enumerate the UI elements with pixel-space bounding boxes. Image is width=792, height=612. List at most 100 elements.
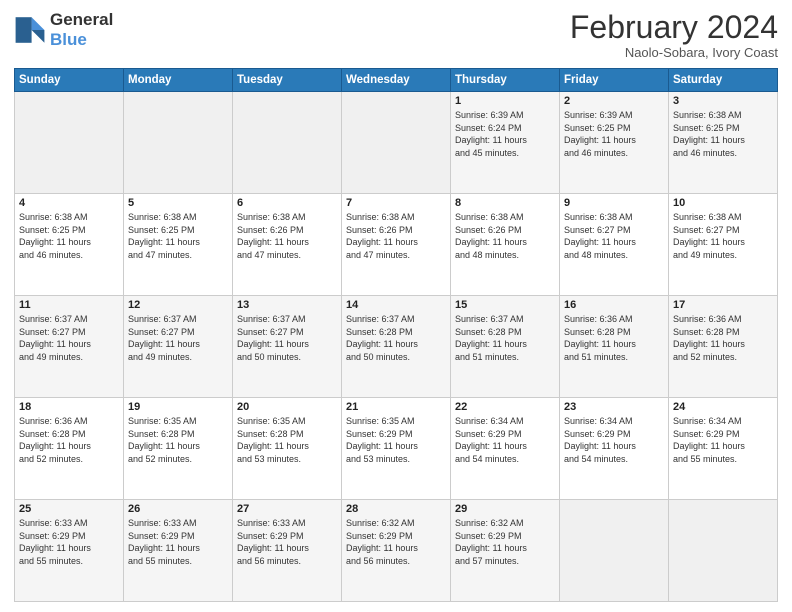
calendar-cell: 8Sunrise: 6:38 AMSunset: 6:26 PMDaylight… <box>451 194 560 296</box>
day-number: 10 <box>673 197 773 209</box>
calendar-cell: 14 Sunrise: 6:37 AMSunset: 6:28 PMDayligh… <box>342 296 451 398</box>
weekday-header-saturday: Saturday <box>669 69 778 92</box>
calendar-cell <box>233 92 342 194</box>
calendar-cell <box>124 92 233 194</box>
day-info: Sunrise: 6:34 AMSunset: 6:29 PMDaylight:… <box>673 415 773 465</box>
day-info: Sunrise: 6:37 AMSunset: 6:27 PMDaylight:… <box>19 313 119 363</box>
calendar-cell: 2 Sunrise: 6:39 AMSunset: 6:25 PMDaylight… <box>560 92 669 194</box>
title-block: February 2024 Naolo-Sobara, Ivory Coast <box>570 10 778 60</box>
weekday-header-thursday: Thursday <box>451 69 560 92</box>
weekday-header-friday: Friday <box>560 69 669 92</box>
calendar-cell: 1 Sunrise: 6:39 AMSunset: 6:24 PMDaylight… <box>451 92 560 194</box>
day-info: Sunrise: 6:37 AMSunset: 6:28 PMDaylight:… <box>346 313 446 363</box>
calendar-cell: 6 Sunrise: 6:38 AMSunset: 6:26 PMDaylight… <box>233 194 342 296</box>
day-number: 21 <box>346 401 446 413</box>
day-number: 24 <box>673 401 773 413</box>
calendar-cell: 16 Sunrise: 6:36 AMSunset: 6:28 PMDayligh… <box>560 296 669 398</box>
calendar-cell: 3Sunrise: 6:38 AMSunset: 6:25 PMDaylight… <box>669 92 778 194</box>
calendar-cell: 21 Sunrise: 6:35 AMSunset: 6:29 PMDayligh… <box>342 398 451 500</box>
day-number: 15 <box>455 299 555 311</box>
calendar-cell: 17 Sunrise: 6:36 AMSunset: 6:28 PMDayligh… <box>669 296 778 398</box>
location: Naolo-Sobara, Ivory Coast <box>570 45 778 60</box>
day-number: 20 <box>237 401 337 413</box>
month-title: February 2024 <box>570 10 778 45</box>
day-number: 5 <box>128 197 228 209</box>
day-info: Sunrise: 6:37 AMSunset: 6:27 PMDaylight:… <box>237 313 337 363</box>
day-number: 27 <box>237 503 337 515</box>
calendar-cell: 25Sunrise: 6:33 AMSunset: 6:29 PMDayligh… <box>15 500 124 602</box>
day-info: Sunrise: 6:36 AMSunset: 6:28 PMDaylight:… <box>564 313 664 363</box>
calendar-cell: 11 Sunrise: 6:37 AMSunset: 6:27 PMDayligh… <box>15 296 124 398</box>
day-number: 29 <box>455 503 555 515</box>
page: General Blue February 2024 Naolo-Sobara,… <box>0 0 792 612</box>
day-number: 18 <box>19 401 119 413</box>
day-info: Sunrise: 6:36 AMSunset: 6:28 PMDaylight:… <box>673 313 773 363</box>
day-number: 23 <box>564 401 664 413</box>
logo-icon <box>14 14 46 46</box>
weekday-header-wednesday: Wednesday <box>342 69 451 92</box>
week-row-1: 1 Sunrise: 6:39 AMSunset: 6:24 PMDaylight… <box>15 92 778 194</box>
calendar-cell: 19 Sunrise: 6:35 AMSunset: 6:28 PMDayligh… <box>124 398 233 500</box>
calendar-cell: 28 Sunrise: 6:32 AMSunset: 6:29 PMDayligh… <box>342 500 451 602</box>
day-info: Sunrise: 6:39 AMSunset: 6:25 PMDaylight:… <box>564 109 664 159</box>
day-info: Sunrise: 6:39 AMSunset: 6:24 PMDaylight:… <box>455 109 555 159</box>
day-number: 4 <box>19 197 119 209</box>
calendar-cell <box>560 500 669 602</box>
day-number: 6 <box>237 197 337 209</box>
day-info: Sunrise: 6:32 AMSunset: 6:29 PMDaylight:… <box>455 517 555 567</box>
header: General Blue February 2024 Naolo-Sobara,… <box>14 10 778 60</box>
logo-text: General Blue <box>50 10 113 50</box>
calendar-cell: 29 Sunrise: 6:32 AMSunset: 6:29 PMDayligh… <box>451 500 560 602</box>
weekday-header-monday: Monday <box>124 69 233 92</box>
weekday-header-sunday: Sunday <box>15 69 124 92</box>
calendar-cell: 9 Sunrise: 6:38 AMSunset: 6:27 PMDaylight… <box>560 194 669 296</box>
day-info: Sunrise: 6:37 AMSunset: 6:27 PMDaylight:… <box>128 313 228 363</box>
day-info: Sunrise: 6:35 AMSunset: 6:29 PMDaylight:… <box>346 415 446 465</box>
calendar-cell: 10 Sunrise: 6:38 AMSunset: 6:27 PMDayligh… <box>669 194 778 296</box>
day-number: 28 <box>346 503 446 515</box>
day-number: 19 <box>128 401 228 413</box>
calendar-cell: 5 Sunrise: 6:38 AMSunset: 6:25 PMDaylight… <box>124 194 233 296</box>
day-number: 12 <box>128 299 228 311</box>
calendar-cell: 20Sunrise: 6:35 AMSunset: 6:28 PMDayligh… <box>233 398 342 500</box>
day-info: Sunrise: 6:38 AMSunset: 6:25 PMDaylight:… <box>19 211 119 261</box>
day-info: Sunrise: 6:38 AMSunset: 6:26 PMDaylight:… <box>455 211 555 261</box>
day-info: Sunrise: 6:37 AMSunset: 6:28 PMDaylight:… <box>455 313 555 363</box>
day-number: 16 <box>564 299 664 311</box>
day-number: 13 <box>237 299 337 311</box>
week-row-4: 18 Sunrise: 6:36 AMSunset: 6:28 PMDayligh… <box>15 398 778 500</box>
calendar-cell: 23Sunrise: 6:34 AMSunset: 6:29 PMDayligh… <box>560 398 669 500</box>
day-number: 14 <box>346 299 446 311</box>
day-number: 22 <box>455 401 555 413</box>
day-number: 2 <box>564 95 664 107</box>
calendar-cell: 26Sunrise: 6:33 AMSunset: 6:29 PMDayligh… <box>124 500 233 602</box>
week-row-2: 4 Sunrise: 6:38 AMSunset: 6:25 PMDaylight… <box>15 194 778 296</box>
day-info: Sunrise: 6:32 AMSunset: 6:29 PMDaylight:… <box>346 517 446 567</box>
day-number: 11 <box>19 299 119 311</box>
day-number: 17 <box>673 299 773 311</box>
weekday-header-row: SundayMondayTuesdayWednesdayThursdayFrid… <box>15 69 778 92</box>
day-info: Sunrise: 6:38 AMSunset: 6:25 PMDaylight:… <box>128 211 228 261</box>
calendar-cell <box>342 92 451 194</box>
calendar-cell <box>669 500 778 602</box>
day-info: Sunrise: 6:38 AMSunset: 6:26 PMDaylight:… <box>237 211 337 261</box>
day-info: Sunrise: 6:38 AMSunset: 6:25 PMDaylight:… <box>673 109 773 159</box>
day-number: 1 <box>455 95 555 107</box>
day-info: Sunrise: 6:38 AMSunset: 6:27 PMDaylight:… <box>673 211 773 261</box>
calendar-cell: 27Sunrise: 6:33 AMSunset: 6:29 PMDayligh… <box>233 500 342 602</box>
calendar-cell: 4 Sunrise: 6:38 AMSunset: 6:25 PMDaylight… <box>15 194 124 296</box>
calendar-cell: 18 Sunrise: 6:36 AMSunset: 6:28 PMDayligh… <box>15 398 124 500</box>
calendar-cell: 15 Sunrise: 6:37 AMSunset: 6:28 PMDayligh… <box>451 296 560 398</box>
day-info: Sunrise: 6:38 AMSunset: 6:27 PMDaylight:… <box>564 211 664 261</box>
day-info: Sunrise: 6:36 AMSunset: 6:28 PMDaylight:… <box>19 415 119 465</box>
calendar-cell: 22Sunrise: 6:34 AMSunset: 6:29 PMDayligh… <box>451 398 560 500</box>
day-info: Sunrise: 6:33 AMSunset: 6:29 PMDaylight:… <box>128 517 228 567</box>
day-info: Sunrise: 6:38 AMSunset: 6:26 PMDaylight:… <box>346 211 446 261</box>
calendar-table: SundayMondayTuesdayWednesdayThursdayFrid… <box>14 68 778 602</box>
week-row-5: 25Sunrise: 6:33 AMSunset: 6:29 PMDayligh… <box>15 500 778 602</box>
logo: General Blue <box>14 10 113 50</box>
day-info: Sunrise: 6:35 AMSunset: 6:28 PMDaylight:… <box>128 415 228 465</box>
calendar-cell: 12 Sunrise: 6:37 AMSunset: 6:27 PMDayligh… <box>124 296 233 398</box>
day-number: 9 <box>564 197 664 209</box>
calendar-cell: 24 Sunrise: 6:34 AMSunset: 6:29 PMDayligh… <box>669 398 778 500</box>
